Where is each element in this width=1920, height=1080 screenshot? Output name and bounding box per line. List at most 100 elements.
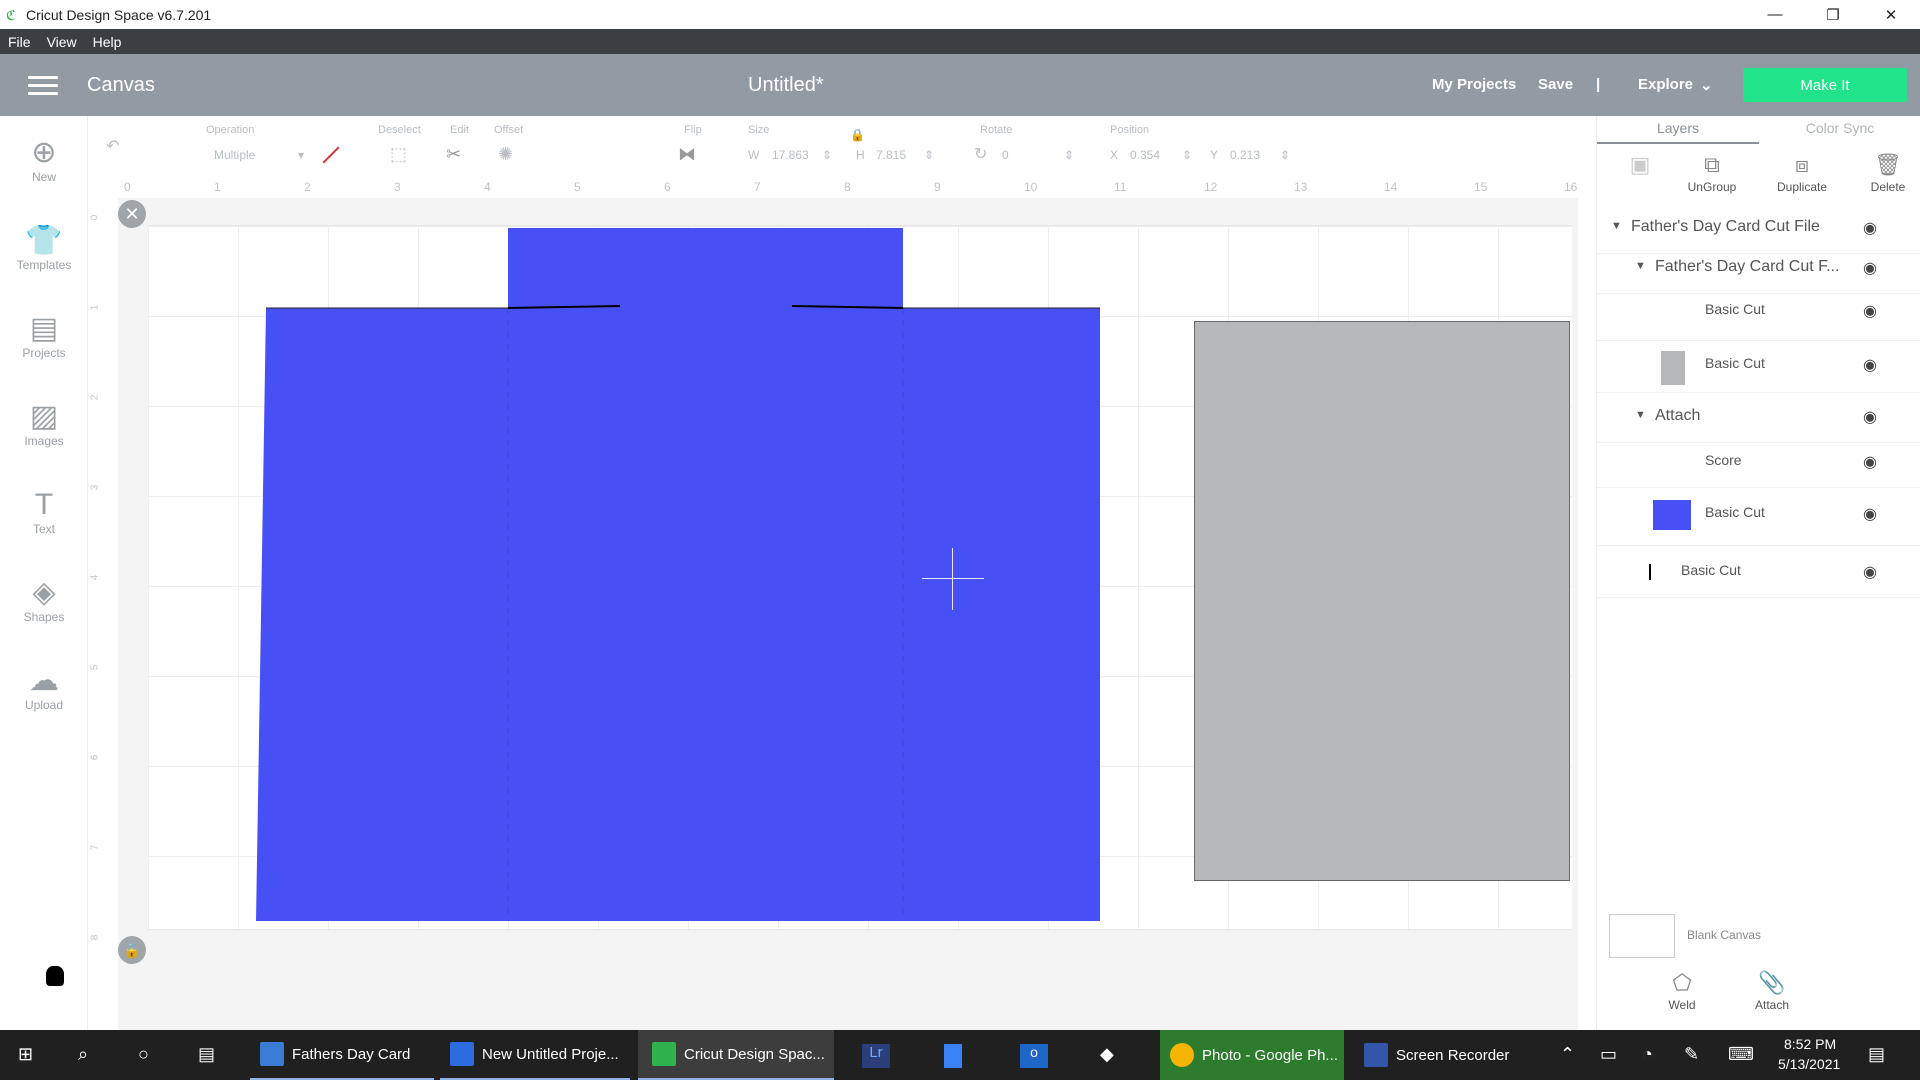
taskbar-app-label: Screen Recorder [1396, 1046, 1510, 1064]
ruler-tick-label: 10 [1024, 180, 1038, 194]
notifications-icon[interactable]: ▤ [1868, 1044, 1885, 1065]
images-button[interactable]: ▨ Images [0, 400, 88, 448]
display-icon[interactable]: ▭ [1600, 1044, 1617, 1065]
clock-time[interactable]: 8:52 PM [1784, 1036, 1836, 1052]
menu-help[interactable]: Help [93, 34, 122, 50]
text-button[interactable]: T Text [0, 488, 88, 536]
layer-row[interactable]: Basic Cut ◉ [1597, 490, 1920, 546]
x-input[interactable]: 0.354 [1130, 148, 1160, 162]
width-stepper-icon[interactable]: ⇕ [822, 148, 832, 162]
height-input[interactable]: 7.815 [876, 148, 906, 162]
screen-recorder-icon [1364, 1043, 1388, 1067]
outlook-icon[interactable]: o [1020, 1044, 1048, 1068]
rotate-input[interactable]: 0 [1002, 148, 1009, 162]
eye-icon[interactable]: ◉ [1863, 218, 1877, 238]
eye-icon[interactable]: ◉ [1863, 452, 1877, 472]
ruler-tick-label: 4 [484, 180, 491, 194]
x-stepper-icon[interactable]: ⇕ [1182, 148, 1192, 162]
inkscape-icon[interactable]: ◆ [1100, 1044, 1114, 1065]
crosshair-cursor-icon [922, 578, 984, 579]
eye-icon[interactable]: ◉ [1863, 301, 1877, 321]
taskbar-app-cricut[interactable]: Cricut Design Spac... [638, 1030, 834, 1080]
y-input[interactable]: 0.213 [1230, 148, 1260, 162]
tab-color-sync[interactable]: Color Sync [1759, 120, 1920, 136]
eye-icon[interactable]: ◉ [1863, 258, 1877, 278]
maximize-button[interactable]: ❐ [1804, 0, 1862, 29]
caret-down-icon[interactable]: ▼ [1635, 409, 1646, 421]
lightroom-icon[interactable]: Lr [862, 1044, 890, 1068]
tablet-app-icon[interactable] [944, 1044, 962, 1068]
taskbar-app-new-project[interactable]: New Untitled Proje... [440, 1030, 630, 1080]
ruler-tick-label: 7 [89, 844, 101, 851]
height-stepper-icon[interactable]: ⇕ [924, 148, 934, 162]
deselect-icon[interactable]: ⬚ [390, 144, 407, 165]
layer-row[interactable]: Basic Cut ◉ [1597, 287, 1920, 341]
delete-label: Delete [1870, 180, 1906, 194]
layer-row[interactable]: Basic Cut ◉ [1597, 341, 1920, 393]
text-label: Text [32, 522, 55, 536]
attach-button[interactable]: 📎 Attach [1729, 968, 1815, 1012]
search-icon[interactable]: ⌕ [78, 1044, 88, 1065]
chevron-up-icon[interactable]: ⌃ [1560, 1044, 1575, 1065]
taskbar-app-fathers-day-card[interactable]: Fathers Day Card [250, 1030, 434, 1080]
google-photos-icon [1170, 1043, 1194, 1067]
eye-icon[interactable]: ◉ [1863, 504, 1877, 524]
ungroup-button[interactable]: ⧉ UnGroup [1669, 150, 1755, 194]
tab-layers[interactable]: Layers [1597, 120, 1759, 144]
close-selection-icon[interactable]: ✕ [118, 200, 146, 228]
caret-down-icon[interactable]: ▼ [1611, 220, 1622, 232]
lock-icon[interactable]: 🔒 [850, 128, 865, 142]
close-button[interactable]: ✕ [1862, 0, 1920, 29]
clock-date[interactable]: 5/13/2021 [1778, 1056, 1840, 1072]
linetype-cut-icon[interactable] [322, 146, 340, 164]
windows-start-icon[interactable]: ⊞ [18, 1044, 33, 1065]
layer-row[interactable]: Score ◉ [1597, 438, 1920, 488]
wifi-icon[interactable]: ◔ [1642, 1044, 1653, 1065]
layer-row[interactable]: ▼ Attach ◉ [1597, 393, 1920, 443]
menu-file[interactable]: File [8, 34, 31, 50]
menu-view[interactable]: View [47, 34, 77, 50]
taskbar-app-google-photos[interactable]: Photo - Google Ph... [1160, 1030, 1344, 1080]
undo-icon[interactable]: ↶ [106, 136, 119, 156]
weld-button[interactable]: ⬠ Weld [1639, 968, 1725, 1012]
new-button[interactable]: ⊕ New [0, 136, 88, 184]
explore-dropdown[interactable]: Explore [1638, 76, 1693, 93]
task-view-icon[interactable]: ▤ [198, 1044, 215, 1065]
operation-select[interactable]: Multiple [214, 148, 255, 162]
minimize-button[interactable]: — [1746, 0, 1804, 29]
keyboard-icon[interactable]: ⌨ [1728, 1044, 1754, 1065]
rotate-stepper-icon[interactable]: ⇕ [1064, 148, 1074, 162]
taskbar-app-screen-recorder[interactable]: Screen Recorder [1350, 1030, 1526, 1080]
lock-selection-icon[interactable]: 🔒 [118, 936, 146, 964]
chevron-down-icon[interactable]: ⌄ [1700, 76, 1713, 94]
gray-card-shape[interactable] [1194, 321, 1570, 881]
width-input[interactable]: 17.863 [772, 148, 809, 162]
shapes-button[interactable]: ◈ Shapes [0, 576, 88, 624]
make-it-button[interactable]: Make It [1743, 68, 1907, 102]
projects-button[interactable]: ▤ Projects [0, 312, 88, 360]
width-label: W [748, 148, 760, 162]
edit-icon[interactable]: ✂ [446, 144, 461, 165]
save-button[interactable]: Save [1538, 76, 1573, 93]
menu-bar: File View Help [0, 29, 1920, 54]
layer-name: Father's Day Card Cut File [1631, 218, 1820, 235]
hamburger-menu-icon[interactable] [28, 76, 58, 96]
offset-icon[interactable]: ✺ [498, 144, 513, 165]
chevron-down-icon[interactable]: ▾ [298, 148, 304, 162]
pen-icon[interactable]: ✎ [1684, 1044, 1699, 1065]
eye-icon[interactable]: ◉ [1863, 562, 1877, 582]
my-projects-link[interactable]: My Projects [1432, 76, 1516, 93]
flip-icon[interactable]: ⧓ [678, 144, 696, 165]
delete-button[interactable]: 🗑 Delete [1845, 150, 1920, 194]
duplicate-button[interactable]: ⧈ Duplicate [1759, 150, 1845, 194]
layer-row[interactable]: Basic Cut ◉ [1597, 548, 1920, 598]
eye-icon[interactable]: ◉ [1863, 407, 1877, 427]
y-stepper-icon[interactable]: ⇕ [1280, 148, 1290, 162]
templates-button[interactable]: 👕 Templates [0, 224, 88, 272]
blue-card-shape[interactable] [250, 224, 1110, 924]
cortana-icon[interactable]: ○ [138, 1044, 149, 1065]
blank-canvas-swatch[interactable] [1609, 914, 1675, 958]
caret-down-icon[interactable]: ▼ [1635, 260, 1646, 272]
eye-icon[interactable]: ◉ [1863, 355, 1877, 375]
upload-button[interactable]: ☁ Upload [0, 664, 88, 712]
